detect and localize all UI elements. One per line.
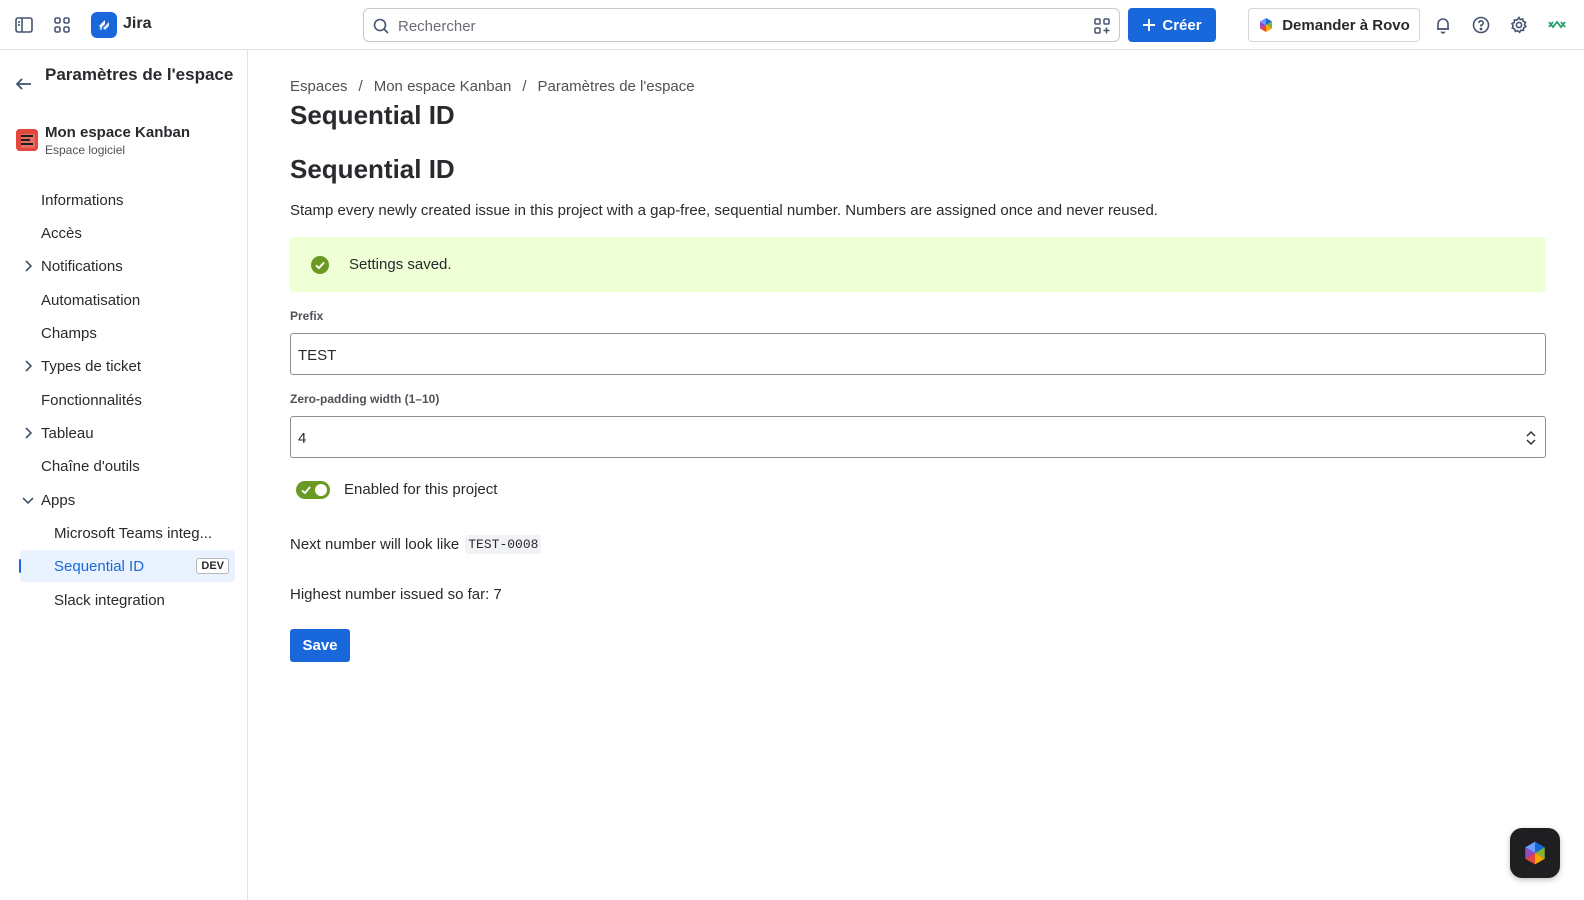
sidebar-item-label: Accès	[41, 224, 82, 242]
project-type: Espace logiciel	[45, 143, 126, 157]
sidebar-item-fonctionnalites[interactable]: Fonctionnalités	[20, 384, 235, 416]
sidebar-item-chaine-d-outils[interactable]: Chaîne d'outils	[20, 450, 235, 482]
breadcrumb-separator: /	[522, 78, 527, 95]
sidebar-item-automatisation[interactable]: Automatisation	[20, 284, 235, 316]
rovo-chat-button[interactable]	[1510, 828, 1560, 878]
sidebar-item-apps[interactable]: Apps	[20, 484, 235, 516]
toggle-check-icon	[301, 486, 311, 495]
top-navigation-bar: Jira Créer Demander à Rovo	[0, 0, 1584, 50]
sidebar-item-champs[interactable]: Champs	[20, 317, 235, 349]
prefix-label: Prefix	[290, 309, 324, 323]
project-avatar-icon	[16, 129, 38, 151]
sidebar-item-types-de-ticket[interactable]: Types de ticket	[20, 350, 235, 382]
sidebar-title: Paramètres de l'espace	[45, 65, 234, 84]
breadcrumb-item[interactable]: Espaces	[290, 78, 348, 95]
sidebar-item-label: Microsoft Teams integ...	[54, 524, 213, 542]
dev-badge: DEV	[196, 558, 229, 574]
success-banner: Settings saved.	[290, 237, 1546, 292]
zero-padding-input[interactable]	[298, 427, 1498, 449]
create-button[interactable]: Créer	[1128, 8, 1216, 42]
enabled-toggle-label: Enabled for this project	[344, 481, 498, 498]
app-switcher-icon[interactable]	[50, 13, 74, 37]
project-settings-sidebar: Paramètres de l'espace Mon espace Kanban…	[0, 50, 248, 900]
sidebar-item-label: Automatisation	[41, 291, 141, 309]
stepper-icon[interactable]	[1525, 429, 1537, 447]
enabled-toggle[interactable]	[296, 481, 330, 499]
notifications-icon[interactable]	[1431, 13, 1455, 37]
sidebar-toggle-icon[interactable]	[12, 13, 36, 37]
plus-icon	[1143, 19, 1156, 31]
sidebar-item-slack-integration[interactable]: Slack integration	[20, 584, 235, 616]
sidebar-item-label: Chaîne d'outils	[41, 457, 140, 475]
highest-number-text: Highest number issued so far: 7	[290, 586, 502, 603]
sidebar-item-notifications[interactable]: Notifications	[20, 250, 235, 282]
chevron-right-icon[interactable]	[20, 258, 36, 274]
back-arrow-icon[interactable]	[14, 74, 34, 94]
sidebar-item-label: Champs	[41, 324, 97, 342]
breadcrumb: Espaces / Mon espace Kanban / Paramètres…	[290, 78, 695, 95]
chevron-right-icon[interactable]	[20, 358, 36, 374]
sidebar-item-label: Types de ticket	[41, 357, 142, 375]
next-number-example: TEST-0008	[465, 535, 542, 554]
sidebar-item-label: Fonctionnalités	[41, 391, 142, 409]
create-button-label: Créer	[1162, 16, 1202, 34]
ask-rovo-button[interactable]: Demander à Rovo	[1248, 8, 1420, 42]
prefix-input[interactable]	[298, 344, 1498, 366]
chevron-down-icon[interactable]	[20, 492, 36, 508]
save-button[interactable]: Save	[290, 629, 350, 662]
sidebar-item-microsoft-teams[interactable]: Microsoft Teams integ...	[20, 517, 235, 549]
check-circle-icon	[311, 256, 329, 274]
rovo-icon	[1525, 841, 1545, 865]
chevron-right-icon[interactable]	[20, 425, 36, 441]
sidebar-item-informations[interactable]: Informations	[20, 184, 235, 216]
page-title: Sequential ID	[290, 100, 455, 130]
sidebar-item-label: Slack integration	[54, 591, 165, 609]
sidebar-item-tableau[interactable]: Tableau	[20, 417, 235, 449]
sidebar-item-acces[interactable]: Accès	[20, 217, 235, 249]
sidebar-item-label: Apps	[41, 491, 76, 509]
section-title: Sequential ID	[290, 154, 455, 184]
sidebar-item-label: Notifications	[41, 257, 123, 275]
next-number-preview: Next number will look like TEST-0008	[290, 535, 542, 554]
success-message: Settings saved.	[349, 256, 452, 273]
filter-icon[interactable]	[1093, 17, 1111, 35]
breadcrumb-item[interactable]: Mon espace Kanban	[374, 78, 512, 95]
zero-padding-field[interactable]	[290, 416, 1546, 458]
jira-logo-icon[interactable]	[91, 12, 117, 38]
sidebar-item-label: Sequential ID	[54, 557, 145, 575]
app-description: Stamp every newly created issue in this …	[290, 202, 1158, 219]
sidebar-item-sequential-id[interactable]: Sequential ID DEV	[19, 550, 235, 582]
breadcrumb-item[interactable]: Paramètres de l'espace	[538, 78, 695, 95]
help-icon[interactable]	[1469, 13, 1493, 37]
zero-padding-label: Zero-padding width (1–10)	[290, 392, 440, 406]
breadcrumb-separator: /	[358, 78, 363, 95]
sidebar-item-label: Tableau	[41, 424, 94, 442]
profile-app-icon[interactable]	[1545, 13, 1569, 37]
search-bar[interactable]	[363, 8, 1120, 42]
app-name[interactable]: Jira	[123, 15, 151, 33]
prefix-field[interactable]	[290, 333, 1546, 375]
settings-gear-icon[interactable]	[1507, 13, 1531, 37]
search-icon	[373, 18, 389, 34]
ask-rovo-label: Demander à Rovo	[1282, 16, 1410, 34]
next-number-text: Next number will look like	[290, 536, 460, 553]
rovo-icon	[1260, 18, 1273, 32]
toggle-knob	[315, 484, 327, 496]
search-input[interactable]	[398, 15, 1078, 37]
project-name[interactable]: Mon espace Kanban	[45, 124, 190, 141]
sidebar-item-label: Informations	[41, 191, 124, 209]
